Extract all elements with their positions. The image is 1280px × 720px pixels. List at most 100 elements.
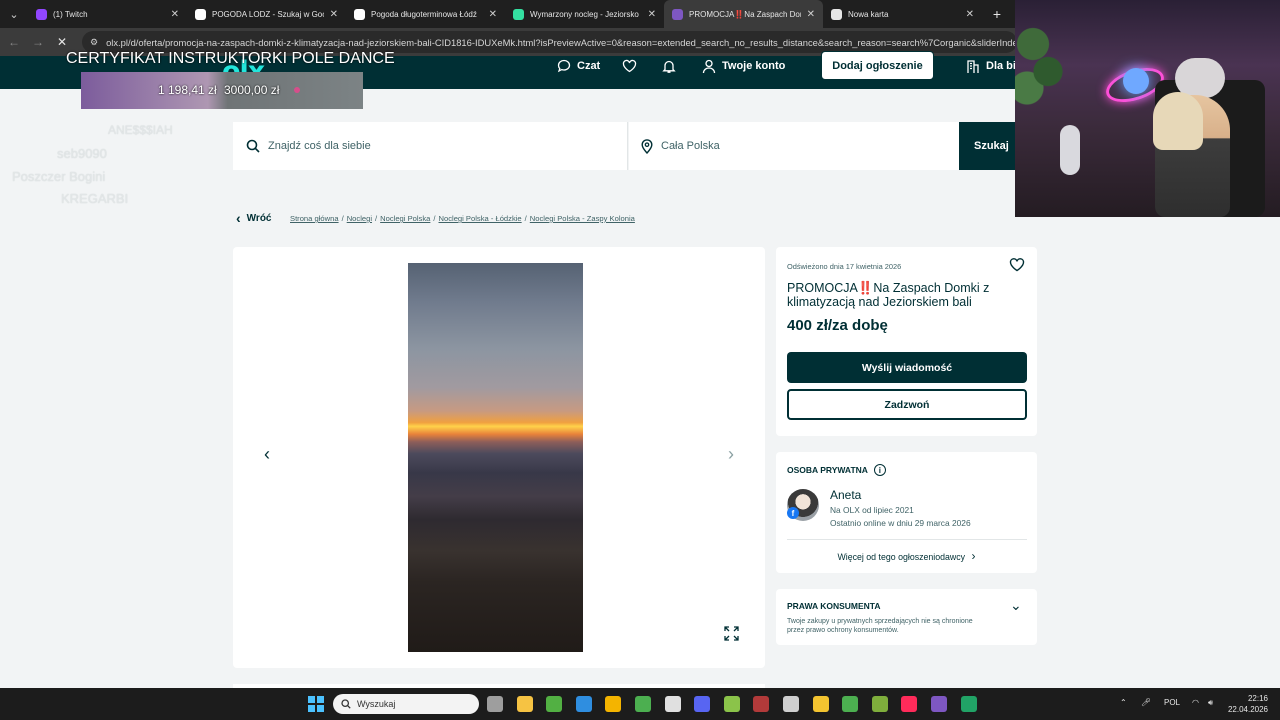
breadcrumb: Strona główna / Noclegi / Noclegi Polska / Noc… — [290, 214, 635, 223]
tab-search-icon[interactable]: ⌄ — [0, 0, 28, 28]
refreshed-date: Odświeżono dnia 17 kwietnia 2026 — [787, 262, 902, 271]
notepad-icon[interactable] — [723, 696, 740, 712]
tray-chevron-icon[interactable]: ⌃ — [1120, 698, 1127, 707]
tab-title: (1) Twitch — [53, 9, 88, 19]
tab-favicon-icon — [354, 8, 365, 20]
location-input[interactable]: Cała Polska — [629, 122, 959, 170]
new-tab-button[interactable]: + — [982, 6, 1012, 22]
listing-price: 400 zł/za dobę — [787, 317, 888, 334]
fullscreen-button[interactable] — [721, 623, 741, 643]
browser-tab[interactable]: (1) Twitch ✕ — [28, 0, 187, 28]
chevron-right-icon: › — [728, 443, 734, 464]
tab-title: Wymarzony nocleg - Jeziorsko — [530, 9, 639, 19]
language-indicator[interactable]: POL — [1164, 698, 1180, 707]
wifi-icon[interactable]: ◠ — [1192, 698, 1199, 707]
back-arrow-icon[interactable]: ← — [2, 35, 26, 49]
listing-details-card: Odświeżono dnia 17 kwietnia 2026 PROMOCJ… — [776, 247, 1037, 436]
favorite-button[interactable] — [1009, 257, 1025, 277]
account-link[interactable]: Twoje konto — [702, 57, 785, 75]
more-from-seller-link[interactable]: Więcej od tego ogłoszeniodawcy › — [776, 549, 1037, 563]
chevron-left-icon: ‹ — [236, 210, 241, 226]
ghost-line-3: Poszczer Bogini — [12, 169, 106, 184]
volume-icon[interactable]: 🔊︎ — [1208, 698, 1213, 708]
info-icon[interactable]: i — [873, 464, 886, 476]
search-icon — [246, 139, 260, 153]
expand-icon — [723, 625, 739, 641]
seller-card: OSOBA PRYWATNA i f Aneta Na OLX od lipie… — [776, 452, 1037, 573]
chevron-right-icon: › — [971, 549, 976, 563]
close-tab-icon[interactable]: ✕ — [330, 9, 338, 20]
seller-type-label: OSOBA PRYWATNA — [787, 465, 868, 475]
close-tab-icon[interactable]: ✕ — [966, 9, 974, 20]
stop-loading-icon[interactable]: ✕ — [50, 35, 74, 49]
next-photo-button[interactable]: › — [719, 442, 743, 466]
consumer-rights-text: Twoje zakupy u prywatnych sprzedających … — [787, 618, 973, 634]
git-icon[interactable] — [605, 696, 622, 712]
breadcrumb-noclegi-polska[interactable]: Noclegi Polska — [380, 214, 430, 223]
epic-icon[interactable] — [812, 696, 829, 712]
xbox-icon[interactable] — [546, 696, 563, 712]
vscode-icon[interactable] — [575, 696, 592, 712]
building-icon — [967, 59, 979, 73]
game-icon[interactable] — [871, 696, 888, 712]
photo-gallery: ‹ › — [233, 247, 765, 668]
clock-date: 22.04.2026 — [1227, 705, 1268, 714]
davinci-icon[interactable] — [753, 696, 770, 712]
clock[interactable]: 22:16 22.04.2026 — [1220, 693, 1268, 715]
breadcrumb-home[interactable]: Strona główna — [290, 214, 339, 223]
tab-favicon-icon — [36, 8, 47, 20]
send-message-button[interactable]: Wyślij wiadomość — [787, 352, 1027, 383]
browser-tab[interactable]: Pogoda długoterminowa Łódź ✕ — [346, 0, 505, 28]
task-view-icon[interactable] — [487, 696, 503, 712]
close-tab-icon[interactable]: ✕ — [171, 9, 179, 20]
streamer-hair — [1153, 92, 1203, 150]
obs-icon[interactable] — [783, 696, 799, 712]
donation-goal-title: CERTYFIKAT INSTRUKTORKI POLE DANCE — [66, 50, 395, 67]
ghost-line-2: seb9090 — [57, 146, 107, 161]
browser-tab[interactable]: POGODA LODZ - Szukaj w Google ✕ — [187, 0, 346, 28]
minecraft-icon[interactable] — [842, 696, 859, 712]
call-button[interactable]: Zadzwoń — [787, 389, 1027, 420]
account-label: Twoje konto — [722, 60, 786, 72]
facebook-badge-icon: f — [787, 507, 799, 519]
ghost-line-4: KREGARBI — [61, 191, 129, 206]
browser-active-icon[interactable] — [931, 696, 947, 712]
excel-icon[interactable] — [960, 696, 977, 712]
prev-photo-button[interactable]: ‹ — [255, 442, 279, 466]
tab-title: Nowa karta — [848, 9, 889, 19]
close-tab-icon[interactable]: ✕ — [648, 9, 656, 20]
listing-photo[interactable] — [408, 263, 583, 652]
breadcrumb-zaspy-kolonia[interactable]: Noclegi Polska - Zaspy Kolonia — [530, 214, 635, 223]
microphone-icon[interactable]: 🎤︎ — [1141, 698, 1151, 707]
taskbar-search[interactable]: Wyszukaj — [333, 694, 479, 714]
favorites-link[interactable] — [622, 57, 637, 75]
donation-goal-bar: 1 198,41 zł 3000,00 zł — [81, 72, 363, 109]
chat-link[interactable]: Czat — [557, 57, 600, 75]
app-icon[interactable] — [664, 696, 681, 712]
goal-target: 3000,00 zł — [224, 83, 280, 97]
breadcrumb-noclegi[interactable]: Noclegi — [347, 214, 372, 223]
notifications-link[interactable] — [662, 57, 676, 75]
close-tab-icon[interactable]: ✕ — [807, 9, 815, 20]
chevron-down-icon[interactable]: ⌄ — [1010, 597, 1022, 614]
post-ad-button[interactable]: Dodaj ogłoszenie — [821, 51, 934, 80]
search-input[interactable]: Znajdź coś dla siebie — [233, 122, 628, 170]
forward-arrow-icon[interactable]: → — [26, 35, 50, 49]
chrome-icon[interactable] — [635, 696, 651, 712]
bell-icon — [662, 60, 676, 73]
breadcrumb-lodzkie[interactable]: Noclegi Polska - Łódzkie — [439, 214, 522, 223]
business-link[interactable]: Dla bi — [966, 57, 1016, 75]
tiktok-icon[interactable] — [901, 696, 918, 712]
browser-tab[interactable]: Nowa karta ✕ — [823, 0, 982, 28]
site-info-icon[interactable]: ⚙ — [90, 37, 98, 48]
browser-tab[interactable]: Wymarzony nocleg - Jeziorsko ✕ — [505, 0, 664, 28]
ghost-line-1: ANE$$$IAH — [108, 123, 173, 137]
windows-start-icon[interactable] — [308, 696, 324, 712]
chevron-left-icon: ‹ — [264, 443, 270, 464]
consumer-rights-card[interactable]: PRAWA KONSUMENTA ⌄ Twoje zakupy u prywat… — [776, 589, 1037, 645]
file-explorer-icon[interactable] — [516, 696, 533, 712]
browser-tab[interactable]: PROMOCJA‼️Na Zaspach Domki ✕ — [664, 0, 823, 28]
discord-icon[interactable] — [694, 696, 711, 712]
back-link[interactable]: ‹ Wróć — [236, 210, 272, 226]
close-tab-icon[interactable]: ✕ — [489, 9, 497, 20]
